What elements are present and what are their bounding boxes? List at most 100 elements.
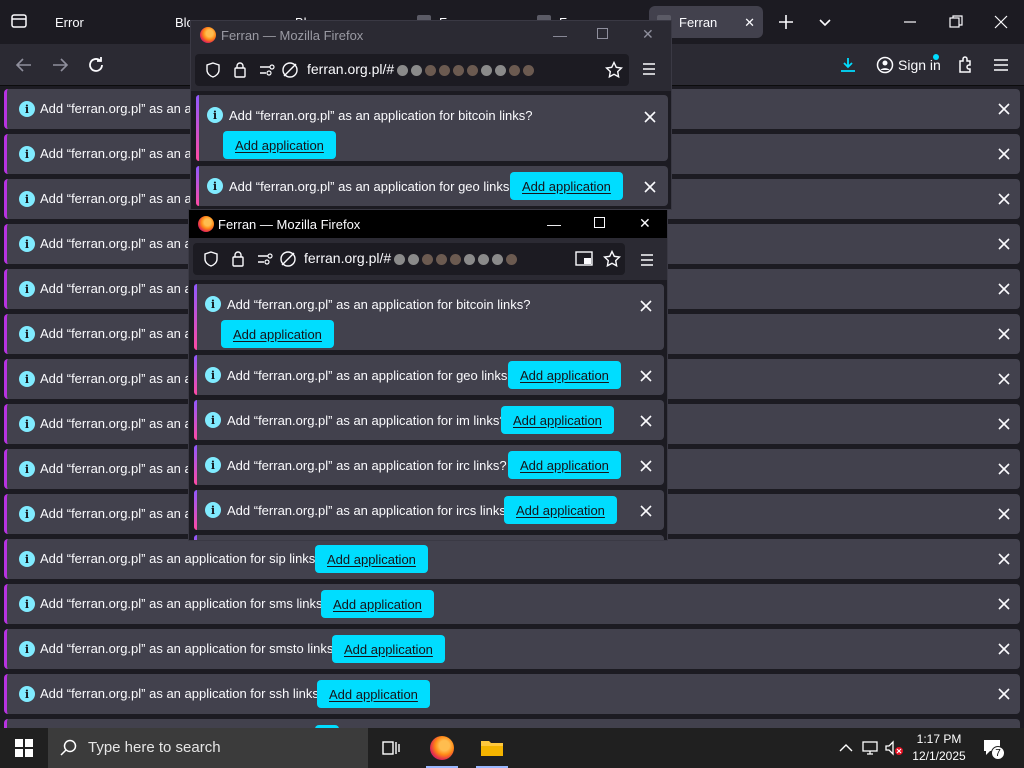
add-application-button[interactable]: Add application [510,172,623,200]
volume-muted-icon[interactable] [884,740,904,756]
add-application-button[interactable]: Add application [501,406,614,434]
notification-bar: i Add “ferran.org.pl” as an application f… [194,284,664,350]
close-icon[interactable] [638,368,654,384]
add-application-button[interactable]: Add application [317,680,430,708]
url-text: ferran.org.pl/# [304,250,518,266]
info-icon: i [19,686,35,702]
notification-message: Add “ferran.org.pl” as an application fo… [227,368,515,383]
info-icon: i [19,461,35,477]
menu-icon[interactable] [641,61,657,77]
tracking-blocked-icon[interactable] [281,61,299,79]
chevron-down-icon[interactable] [817,14,833,30]
task-view-button[interactable] [368,728,416,768]
notification-message: Add “ferran.org.pl” as an application fo… [227,297,531,312]
info-icon: i [19,506,35,522]
close-icon[interactable] [996,686,1012,702]
url-bar[interactable]: ferran.org.pl/# [193,243,625,275]
close-icon[interactable] [996,551,1012,567]
maximize-button[interactable] [594,217,605,228]
close-icon[interactable] [996,326,1012,342]
add-application-button[interactable]: Add application [504,496,617,524]
close-icon[interactable] [996,371,1012,387]
signin-button[interactable]: Sign in [868,50,943,80]
maximize-button[interactable] [597,28,608,39]
close-icon[interactable] [642,179,658,195]
close-icon[interactable] [642,109,658,125]
lock-icon[interactable] [231,250,245,268]
minimize-button[interactable] [900,12,920,32]
close-icon[interactable] [996,191,1012,207]
notification-message: Add “ferran.org.pl” as an application fo… [40,641,341,656]
system-clock[interactable]: 1:17 PM 12/1/2025 [904,731,974,765]
tracking-blocked-icon[interactable] [279,250,297,268]
add-application-button[interactable]: Add application [321,590,434,618]
notification-bar: i Add “ferran.org.pl” as an application f… [194,355,664,395]
reload-button[interactable] [84,53,108,77]
add-application-button[interactable]: Add application [332,635,445,663]
notification-message: Add “ferran.org.pl” as an app [40,236,207,251]
add-application-button[interactable]: Add application [315,545,428,573]
start-button[interactable] [0,728,48,768]
tab-label: Error [55,14,84,30]
menu-icon[interactable] [989,53,1013,77]
notification-message: Add “ferran.org.pl” as an app [40,416,207,431]
tab-label: Ferran [679,14,718,30]
taskbar-search[interactable]: Type here to search [48,728,368,768]
close-icon[interactable] [638,458,654,474]
close-icon[interactable] [996,641,1012,657]
close-icon[interactable] [996,506,1012,522]
back-button[interactable] [12,53,36,77]
menu-icon[interactable] [639,252,655,268]
permissions-icon[interactable] [259,63,277,77]
close-icon[interactable] [996,236,1012,252]
downloads-icon[interactable] [836,53,860,77]
shield-icon[interactable] [203,251,219,267]
close-window-button[interactable] [991,12,1011,32]
tab-close-icon[interactable]: ✕ [744,15,755,31]
extensions-icon[interactable] [953,53,977,77]
permissions-icon[interactable] [257,252,275,266]
close-icon[interactable] [996,101,1012,117]
taskbar-firefox[interactable] [418,728,466,768]
lock-icon[interactable] [233,61,247,79]
notification-bar: i Add “ferran.org.pl” as an application f… [194,445,664,485]
close-window-button[interactable]: ✕ [639,215,651,232]
close-icon[interactable] [638,298,654,314]
info-icon: i [205,457,221,473]
new-tab-button[interactable] [777,13,795,31]
notification-count-badge: 7 [991,746,1005,760]
shield-icon[interactable] [205,62,221,78]
close-icon[interactable] [996,416,1012,432]
taskbar-file-explorer[interactable] [468,728,516,768]
add-application-button[interactable]: Add application [223,131,336,159]
url-text: ferran.org.pl/# [307,61,535,77]
info-icon: i [19,416,35,432]
url-bar[interactable]: ferran.org.pl/# [195,54,629,86]
chevron-up-icon[interactable] [838,742,854,754]
network-icon[interactable] [862,740,880,756]
add-application-button[interactable]: Add application [508,451,621,479]
restore-button[interactable] [946,12,966,32]
bookmark-star-icon[interactable] [605,61,623,79]
popup-navbar: ferran.org.pl/# [191,49,671,91]
close-icon[interactable] [996,461,1012,477]
forward-button[interactable] [48,53,72,77]
add-application-button[interactable]: Add application [221,320,334,348]
tab-list-icon[interactable] [10,12,28,30]
close-icon[interactable] [638,413,654,429]
notification-center-button[interactable]: 7 [982,738,1005,760]
minimize-button[interactable]: — [553,27,567,43]
close-window-button[interactable]: ✕ [642,26,654,43]
info-icon: i [205,367,221,383]
minimize-button[interactable]: — [547,216,561,232]
tab-error[interactable]: Error [55,6,84,38]
close-icon[interactable] [996,281,1012,297]
add-application-button[interactable]: Add application [508,361,621,389]
close-icon[interactable] [996,146,1012,162]
bookmark-star-icon[interactable] [603,250,621,268]
notification-geo: i Add “ferran.org.pl” as an application … [196,166,668,206]
close-icon[interactable] [996,596,1012,612]
picture-in-picture-icon[interactable] [575,251,593,267]
close-icon[interactable] [638,503,654,519]
search-placeholder: Type here to search [88,739,221,756]
